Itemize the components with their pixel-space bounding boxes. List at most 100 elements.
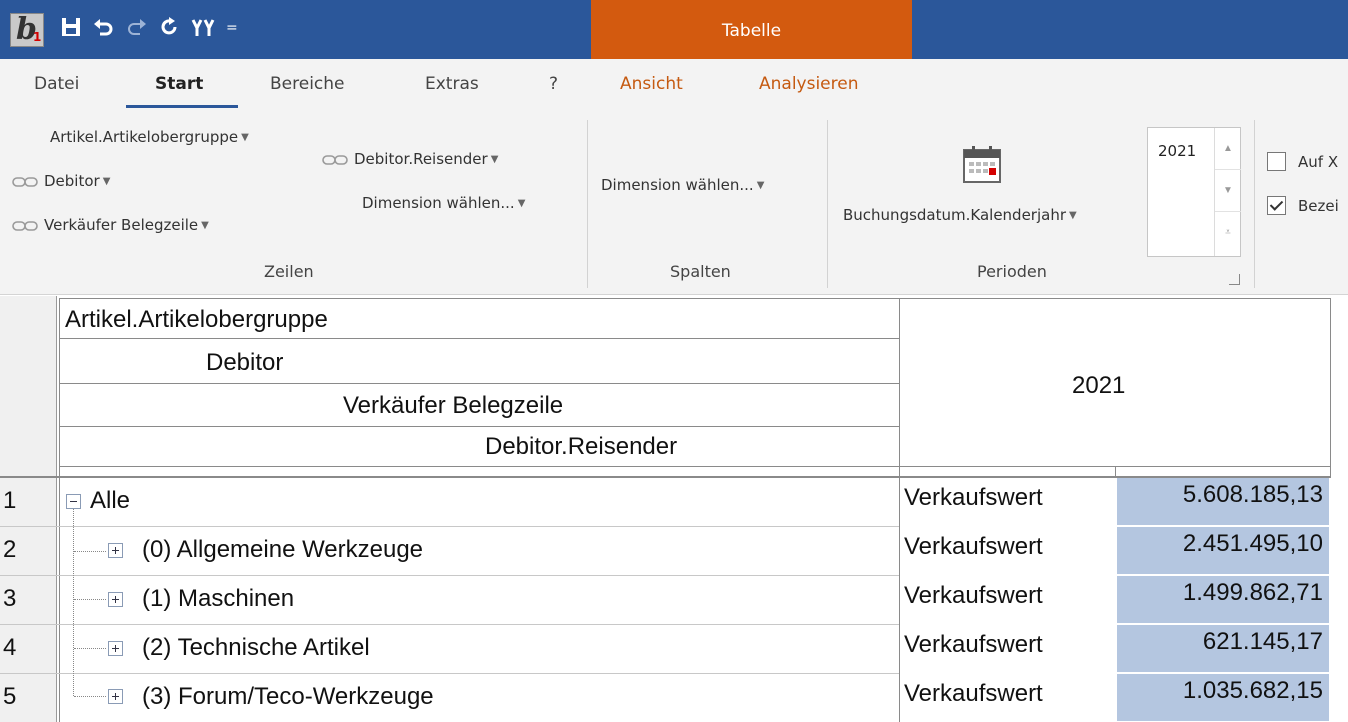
year-gallery-value: 2021: [1158, 142, 1197, 160]
value-text: 1.035.682,15: [1182, 677, 1323, 704]
measure-label: Verkaufswert: [904, 533, 1043, 560]
grid-line: [1330, 298, 1331, 478]
grid-line: [899, 298, 900, 722]
grid-line: [0, 673, 899, 674]
row-dim-verkaeufer[interactable]: Verkäufer Belegzeile ▼: [12, 216, 209, 234]
expand-icon[interactable]: [108, 592, 123, 607]
ribbon-panel: Artikel.Artikelobergruppe ▼ Debitor ▼ Verk…: [0, 110, 1348, 295]
tab-analysieren[interactable]: Analysieren: [759, 74, 859, 94]
row-label-technische-artikel[interactable]: (2) Technische Artikel: [142, 634, 370, 662]
tab-bereiche[interactable]: Bereiche: [270, 74, 345, 94]
value-cell[interactable]: 621.145,17: [1117, 625, 1329, 673]
gallery-up-button[interactable]: ▲: [1215, 128, 1241, 170]
refresh-icon[interactable]: [158, 16, 180, 40]
grid-line: [0, 575, 899, 576]
value-text: 1.499.862,71: [1182, 579, 1323, 606]
auf-x-label: Auf X: [1298, 153, 1339, 171]
row-label-allgemeine-werkzeuge[interactable]: (0) Allgemeine Werkzeuge: [142, 536, 423, 564]
group-separator: [827, 120, 828, 288]
row-dim-choose[interactable]: Dimension wählen... ▼: [362, 194, 525, 212]
tools-icon[interactable]: [190, 16, 216, 40]
value-text: 2.451.495,10: [1182, 530, 1323, 557]
expand-icon[interactable]: [108, 689, 123, 704]
title-bar: b 1 = Tabelle: [0, 0, 1348, 59]
row-dim-debitor[interactable]: Debitor ▼: [12, 172, 110, 190]
row-dim-label: Dimension wählen...: [362, 194, 515, 212]
value-cell[interactable]: 2.451.495,10: [1117, 527, 1329, 575]
grid-line: [59, 426, 899, 427]
group-label-spalten: Spalten: [670, 262, 731, 281]
measure-label: Verkaufswert: [904, 582, 1043, 609]
value-cell[interactable]: 1.035.682,15: [1117, 674, 1329, 722]
redo-icon[interactable]: [126, 16, 148, 40]
tab-help[interactable]: ?: [549, 74, 558, 94]
context-tab-tabelle: Tabelle: [591, 0, 912, 59]
bezeichnung-label: Bezei: [1298, 197, 1339, 215]
dropdown-caret-icon: ▼: [756, 180, 765, 191]
calendar-icon[interactable]: [963, 146, 1001, 184]
row-header-level-2[interactable]: Debitor: [206, 349, 283, 377]
grid-line: [59, 298, 60, 722]
dropdown-caret-icon: ▼: [241, 132, 249, 143]
row-dim-label: Artikel.Artikelobergruppe: [50, 128, 239, 146]
dropdown-caret-icon: ▼: [102, 176, 111, 187]
undo-icon[interactable]: [92, 16, 114, 40]
row-label-forum-teco-werkzeuge[interactable]: (3) Forum/Teco-Werkzeuge: [142, 683, 434, 711]
tab-extras[interactable]: Extras: [425, 74, 479, 94]
active-tab-indicator: [126, 105, 238, 108]
row-header-level-1[interactable]: Artikel.Artikelobergruppe: [65, 306, 328, 334]
grid-line: [1115, 466, 1116, 478]
grid-line: [59, 298, 1331, 299]
dropdown-caret-icon: ▼: [1069, 210, 1077, 221]
customize-qat-icon[interactable]: =: [226, 16, 238, 40]
value-cell[interactable]: 1.499.862,71: [1117, 576, 1329, 624]
dialog-launcher-icon[interactable]: [1229, 274, 1240, 285]
dropdown-caret-icon: ▼: [517, 198, 526, 209]
auf-x-checkbox[interactable]: [1267, 152, 1286, 171]
row-header-level-3[interactable]: Verkäufer Belegzeile: [343, 392, 563, 420]
row-number: 1: [3, 487, 17, 514]
row-dim-artikelobergruppe[interactable]: Artikel.Artikelobergruppe ▼: [50, 128, 249, 146]
tab-datei[interactable]: Datei: [34, 74, 79, 94]
gallery-more-button[interactable]: ⩡: [1215, 212, 1241, 254]
column-dim-choose[interactable]: Dimension wählen... ▼: [601, 176, 764, 194]
row-dim-label: Verkäufer Belegzeile: [44, 216, 199, 234]
pivot-grid: Artikel.Artikelobergruppe Debitor Verkäu…: [0, 296, 1348, 722]
period-dim-kalenderjahr[interactable]: Buchungsdatum.Kalenderjahr ▼: [843, 206, 1077, 224]
ribbon-tabs: Datei Start Bereiche Extras ? Ansicht An…: [0, 59, 1348, 110]
dropdown-caret-icon: ▼: [490, 154, 499, 165]
row-number: 5: [3, 683, 17, 710]
value-text: 621.145,17: [1202, 628, 1323, 655]
row-dim-reisender[interactable]: Debitor.Reisender ▼: [322, 150, 498, 168]
group-separator: [587, 120, 588, 288]
row-label-maschinen[interactable]: (1) Maschinen: [142, 585, 294, 613]
row-number: 4: [3, 634, 17, 661]
expand-icon[interactable]: [108, 641, 123, 656]
column-dim-label: Dimension wählen...: [601, 176, 754, 194]
gallery-down-button[interactable]: ▼: [1215, 170, 1241, 212]
tab-start[interactable]: Start: [155, 74, 203, 94]
measure-label: Verkaufswert: [904, 484, 1043, 511]
tree-connector: [73, 508, 74, 696]
bezeichnung-checkbox[interactable]: [1267, 196, 1286, 215]
row-dim-label: Debitor.Reisender: [354, 150, 488, 168]
save-icon[interactable]: [60, 16, 82, 40]
column-header-2021[interactable]: 2021: [1072, 372, 1125, 400]
app-logo: b 1: [10, 12, 44, 47]
dropdown-caret-icon: ▼: [201, 220, 209, 231]
tree-connector: [74, 696, 106, 697]
row-number: 2: [3, 536, 17, 563]
group-label-perioden: Perioden: [977, 262, 1047, 281]
value-cell[interactable]: 5.608.185,13: [1117, 478, 1329, 526]
expand-icon[interactable]: [108, 543, 123, 558]
year-gallery[interactable]: 2021 ▲ ▼ ⩡: [1147, 127, 1241, 257]
collapse-icon[interactable]: [66, 494, 81, 509]
tab-ansicht[interactable]: Ansicht: [620, 74, 683, 94]
grid-line: [59, 383, 899, 384]
row-header-level-4[interactable]: Debitor.Reisender: [485, 433, 677, 461]
group-label-zeilen: Zeilen: [264, 262, 314, 281]
row-label-alle[interactable]: Alle: [90, 487, 130, 515]
value-text: 5.608.185,13: [1182, 481, 1323, 508]
tree-connector: [74, 648, 106, 649]
row-dim-label: Debitor: [44, 172, 100, 190]
